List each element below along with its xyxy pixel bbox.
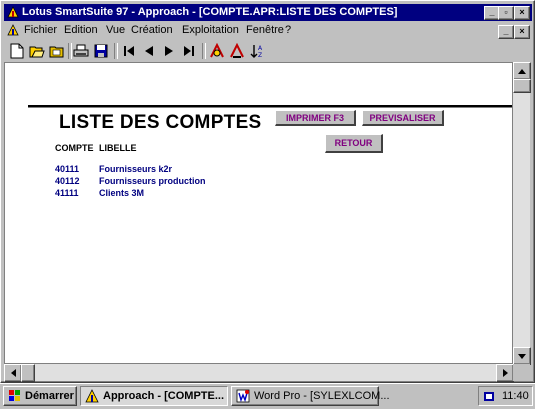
list-item[interactable]: 40112 Fournisseurs production <box>0 176 300 188</box>
account-number: 40112 <box>55 176 80 186</box>
tray-app-icon[interactable] <box>483 390 495 402</box>
scroll-thumb[interactable] <box>21 364 35 382</box>
start-button[interactable]: Démarrer <box>3 386 77 406</box>
task-label: Word Pro - [SYLEXLCOM... <box>254 390 390 402</box>
windows-logo-icon <box>9 390 20 401</box>
approach-app-icon <box>85 389 99 403</box>
preview-button[interactable]: PREVISALISER <box>362 110 444 126</box>
account-label: Fournisseurs production <box>99 176 206 186</box>
account-label: Fournisseurs k2r <box>99 164 173 174</box>
back-button[interactable]: RETOUR <box>325 134 383 153</box>
scroll-down-button[interactable] <box>513 347 531 365</box>
scroll-up-button[interactable] <box>513 62 531 80</box>
save-icon[interactable] <box>92 42 110 60</box>
list-item[interactable]: 41111 Clients 3M <box>0 188 300 200</box>
lotus-app-icon[interactable] <box>7 6 19 18</box>
task-label: Approach - [COMPTE... <box>103 390 224 402</box>
find-icon[interactable] <box>208 42 226 60</box>
arrow-left-icon <box>10 369 16 377</box>
header-divider-shadow <box>28 107 512 108</box>
close-button[interactable]: × <box>514 6 530 20</box>
previous-record-icon[interactable] <box>140 42 158 60</box>
restore-icon: ▫ <box>504 7 508 17</box>
menu-fichier[interactable]: Fichier <box>24 24 57 36</box>
start-label: Démarrer <box>25 390 74 402</box>
account-label: Clients 3M <box>99 188 145 198</box>
task-approach[interactable]: Approach - [COMPTE... <box>80 386 228 406</box>
clock[interactable]: 11:40 <box>502 387 529 405</box>
scroll-right-button[interactable] <box>496 364 514 382</box>
print-button[interactable]: IMPRIMER F3 <box>275 110 356 126</box>
print-icon[interactable] <box>72 42 90 60</box>
minimize-icon: _ <box>503 26 509 36</box>
account-number: 41111 <box>55 188 79 198</box>
scroll-thumb[interactable] <box>513 79 531 93</box>
toolbar: AZ <box>4 40 532 62</box>
horizontal-scrollbar[interactable] <box>4 364 514 382</box>
open-folder-icon[interactable] <box>28 42 46 60</box>
vertical-scrollbar[interactable] <box>513 62 531 365</box>
toolbar-separator <box>114 43 118 59</box>
last-record-icon[interactable] <box>180 42 198 60</box>
close-icon: × <box>519 26 525 36</box>
task-word-pro[interactable]: Word Pro - [SYLEXLCOM... <box>231 386 390 406</box>
next-record-icon[interactable] <box>160 42 178 60</box>
arrow-down-icon <box>518 353 526 359</box>
maximize-button[interactable]: ▫ <box>498 6 514 20</box>
menu-creation[interactable]: Création <box>131 24 173 36</box>
folder-icon[interactable] <box>48 42 66 60</box>
arrow-right-icon <box>502 369 508 377</box>
list-item[interactable]: 40111 Fournisseurs k2r <box>0 164 300 176</box>
first-record-icon[interactable] <box>120 42 138 60</box>
arrow-up-icon <box>518 68 526 74</box>
column-header-compte: COMPTE <box>55 143 94 153</box>
menu-edition[interactable]: Edition <box>64 24 98 36</box>
menu-help[interactable]: ? <box>285 24 291 36</box>
doc-minimize-button[interactable]: _ <box>498 25 514 39</box>
find-all-icon[interactable] <box>228 42 246 60</box>
scroll-left-button[interactable] <box>4 364 22 382</box>
svg-text:A: A <box>258 45 263 52</box>
form-title: LISTE DES COMPTES <box>59 112 262 133</box>
taskbar: Démarrer Approach - [COMPTE... Word Pro … <box>0 383 535 409</box>
document-control-icon[interactable] <box>7 24 19 36</box>
title-bar[interactable]: Lotus SmartSuite 97 - Approach - [COMPTE… <box>4 4 532 21</box>
doc-close-button[interactable]: × <box>514 25 530 39</box>
word-pro-app-icon <box>236 389 250 403</box>
window-title: Lotus SmartSuite 97 - Approach - [COMPTE… <box>22 6 398 18</box>
column-header-libelle: LIBELLE <box>99 143 137 153</box>
menu-fenetre[interactable]: Fenêtre <box>246 24 284 36</box>
minimize-icon: _ <box>489 7 495 17</box>
menu-bar: Fichier Edition Vue Création Exploitatio… <box>4 22 532 39</box>
scrollbar-corner <box>513 364 530 381</box>
account-number: 40111 <box>55 164 80 174</box>
toolbar-separator <box>202 43 206 59</box>
sort-icon[interactable]: AZ <box>248 42 266 60</box>
new-document-icon[interactable] <box>8 42 26 60</box>
menu-vue[interactable]: Vue <box>106 24 125 36</box>
close-icon: × <box>519 7 525 17</box>
system-tray: 11:40 <box>478 386 533 406</box>
svg-text:Z: Z <box>258 52 262 59</box>
menu-exploitation[interactable]: Exploitation <box>182 24 239 36</box>
